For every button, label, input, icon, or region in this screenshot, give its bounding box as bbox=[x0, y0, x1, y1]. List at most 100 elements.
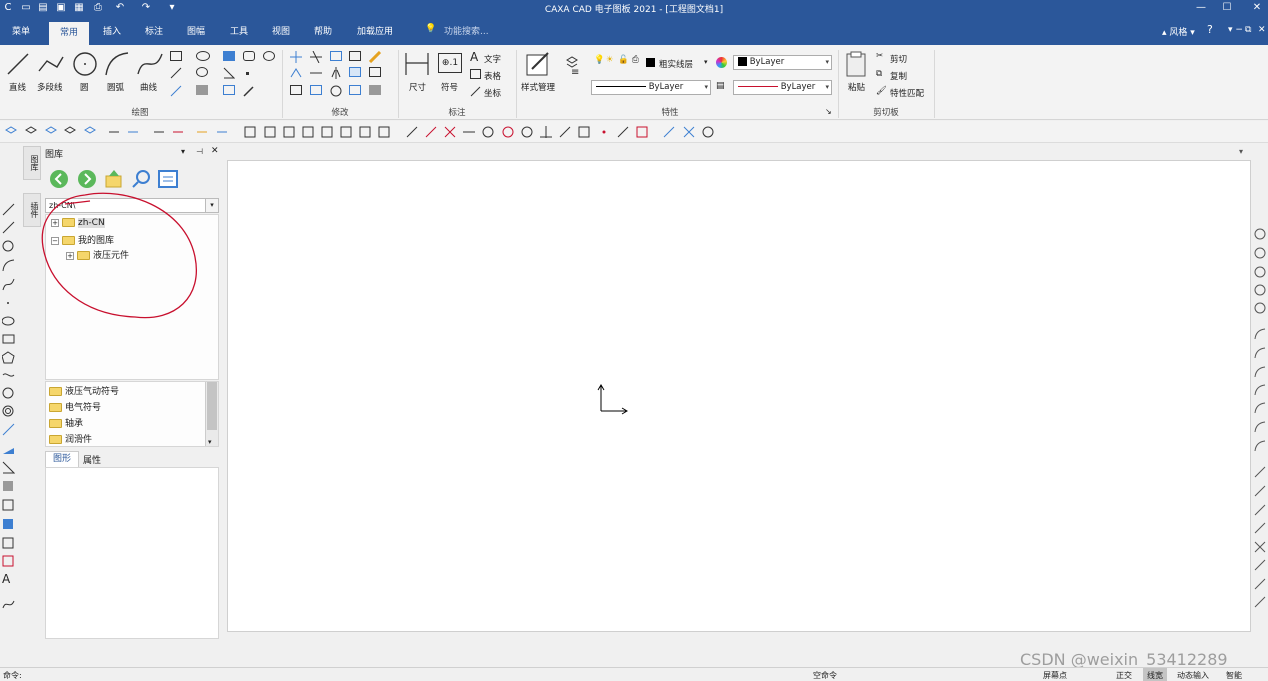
snap-tool-icon[interactable] bbox=[578, 126, 590, 138]
tab-common[interactable]: 常用 bbox=[49, 22, 90, 46]
dimension-icon[interactable] bbox=[404, 51, 430, 77]
curve-tool-icon[interactable] bbox=[2, 278, 15, 291]
arc-icon[interactable] bbox=[1254, 440, 1266, 452]
snap-tool-icon[interactable] bbox=[502, 126, 514, 138]
list-item[interactable]: 润滑件 bbox=[49, 432, 92, 445]
rotate-icon[interactable] bbox=[330, 85, 342, 97]
tab-tools[interactable]: 工具 bbox=[230, 24, 248, 37]
vtab-library[interactable]: 图库 bbox=[23, 146, 41, 180]
centerline-icon[interactable] bbox=[2, 423, 15, 436]
line-icon[interactable] bbox=[1254, 485, 1266, 497]
snap-tool-icon[interactable] bbox=[463, 126, 475, 138]
polyline-tool-icon[interactable] bbox=[2, 369, 15, 382]
stretch-icon[interactable] bbox=[369, 67, 381, 77]
centerline-icon[interactable] bbox=[223, 67, 235, 79]
line-tool-icon[interactable] bbox=[2, 203, 15, 216]
frame-icon[interactable] bbox=[2, 537, 15, 550]
color-select[interactable]: ByLayer ▾ bbox=[733, 55, 832, 70]
tab-graphic[interactable]: 图形 bbox=[45, 451, 79, 467]
circle-tool-icon[interactable] bbox=[71, 50, 99, 78]
arc-icon[interactable] bbox=[1254, 328, 1266, 340]
text-label[interactable]: 文字 bbox=[484, 53, 501, 65]
smart-snap-toggle[interactable]: 智能 bbox=[1226, 670, 1242, 681]
rectangle-tool-icon[interactable] bbox=[170, 51, 182, 61]
curve-tool-icon[interactable] bbox=[136, 50, 164, 78]
lineweight-select[interactable]: ByLayer ▾ bbox=[733, 80, 832, 95]
polyline-tool-icon[interactable] bbox=[37, 51, 65, 77]
cut-label[interactable]: 剪切 bbox=[890, 53, 907, 65]
image-icon[interactable] bbox=[2, 499, 15, 512]
text-icon[interactable]: A bbox=[2, 572, 15, 586]
break-icon[interactable] bbox=[349, 85, 361, 95]
view-mode-icon[interactable] bbox=[158, 170, 178, 188]
array-icon[interactable] bbox=[330, 51, 342, 61]
linetype-manager-icon[interactable]: ≡ bbox=[571, 67, 579, 78]
ribbon-minimize-icon[interactable]: ▾ − bbox=[1228, 25, 1243, 35]
layer-dropdown-arrow-icon[interactable]: ▾ bbox=[704, 58, 708, 66]
arc-tool-icon[interactable] bbox=[103, 50, 131, 78]
circle-tool-icon[interactable] bbox=[2, 240, 15, 253]
command-prompt[interactable]: 命令: bbox=[3, 670, 22, 681]
line-icon[interactable] bbox=[1254, 596, 1266, 608]
image-icon[interactable] bbox=[223, 85, 235, 95]
line-tool-icon[interactable] bbox=[2, 221, 15, 234]
frame-tool-icon[interactable] bbox=[340, 126, 352, 138]
up-folder-icon[interactable] bbox=[104, 169, 124, 189]
line-icon[interactable] bbox=[1254, 559, 1266, 571]
fill-icon[interactable] bbox=[2, 518, 15, 531]
dynamic-input-toggle[interactable]: 动态输入 bbox=[1177, 670, 1209, 681]
line-icon[interactable] bbox=[1254, 504, 1266, 516]
snap-tool-icon[interactable] bbox=[683, 126, 695, 138]
point-tool-icon[interactable] bbox=[2, 297, 15, 310]
frame-tool-icon[interactable] bbox=[244, 126, 256, 138]
symbol-icon[interactable]: ⊕.1 bbox=[438, 53, 462, 73]
mirror-icon[interactable] bbox=[330, 67, 342, 79]
snap-tool-icon[interactable] bbox=[482, 126, 494, 138]
layer-tool-icon[interactable] bbox=[216, 126, 228, 138]
drawing-canvas[interactable] bbox=[227, 160, 1251, 632]
arc-icon[interactable] bbox=[1254, 421, 1266, 433]
doc-restore-icon[interactable]: ⧉ bbox=[1245, 25, 1251, 35]
layer-tool-icon[interactable] bbox=[172, 126, 184, 138]
pin-icon[interactable]: ⊣ bbox=[196, 147, 203, 156]
forward-icon[interactable] bbox=[77, 169, 97, 189]
arc-icon[interactable] bbox=[1254, 347, 1266, 359]
paste-label[interactable]: 粘贴 bbox=[848, 81, 865, 93]
panel-menu-icon[interactable]: ▾ bbox=[181, 147, 185, 156]
frame-tool-icon[interactable] bbox=[321, 126, 333, 138]
snap-tool-icon[interactable] bbox=[636, 126, 648, 138]
frame-tool-icon[interactable] bbox=[264, 126, 276, 138]
snap-tool-icon[interactable] bbox=[425, 126, 437, 138]
polygon-tool-icon[interactable] bbox=[2, 351, 15, 364]
tab-menu[interactable]: 菜单 bbox=[12, 24, 30, 37]
layer-tool-icon[interactable] bbox=[153, 126, 165, 138]
snap-tool-icon[interactable] bbox=[663, 126, 675, 138]
hatch-tool-icon[interactable] bbox=[2, 442, 15, 455]
doc-close-icon[interactable]: ✕ bbox=[1258, 25, 1266, 35]
line-icon[interactable] bbox=[1254, 522, 1266, 534]
list-item[interactable]: 液压气动符号 bbox=[49, 384, 119, 397]
cut-icon[interactable]: ✂ bbox=[876, 51, 883, 61]
snap-tool-icon[interactable] bbox=[540, 126, 552, 138]
layer-tool-icon[interactable] bbox=[127, 126, 139, 138]
parallel-line-icon[interactable] bbox=[170, 67, 182, 79]
coordinate-label[interactable]: 坐标 bbox=[484, 87, 501, 99]
extend-icon[interactable] bbox=[310, 67, 322, 79]
text-icon[interactable]: A bbox=[470, 50, 478, 64]
arc-icon[interactable] bbox=[1254, 366, 1266, 378]
tab-annotate[interactable]: 标注 bbox=[145, 24, 163, 37]
color-wheel-icon[interactable] bbox=[716, 57, 727, 68]
arc-icon[interactable] bbox=[1254, 402, 1266, 414]
snap-circle-icon[interactable] bbox=[1254, 284, 1266, 296]
paste-icon[interactable] bbox=[845, 51, 869, 77]
snap-circle-icon[interactable] bbox=[1254, 247, 1266, 259]
table-icon[interactable] bbox=[470, 69, 481, 79]
trim-icon[interactable] bbox=[310, 51, 322, 63]
match-properties-icon[interactable]: 🖌 bbox=[876, 86, 887, 96]
tab-insert[interactable]: 插入 bbox=[103, 24, 121, 37]
search-icon[interactable] bbox=[131, 169, 151, 189]
ellipse-tool-icon[interactable] bbox=[2, 315, 15, 328]
ortho-toggle[interactable]: 正交 bbox=[1116, 670, 1132, 681]
tab-help[interactable]: 帮助 bbox=[314, 24, 332, 37]
donut-icon[interactable] bbox=[2, 405, 15, 418]
